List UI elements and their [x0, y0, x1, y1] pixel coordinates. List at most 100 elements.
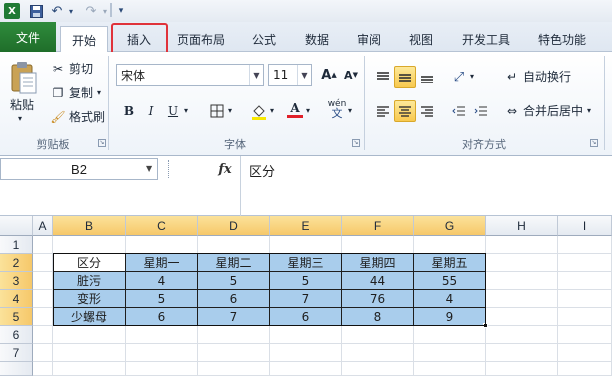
- grid-cell[interactable]: [198, 362, 270, 376]
- grid-cell[interactable]: [53, 326, 126, 344]
- cut-button[interactable]: ✂ 剪切: [50, 60, 93, 77]
- undo-icon[interactable]: ↶: [50, 3, 64, 19]
- row-header-3[interactable]: 3: [0, 272, 33, 290]
- grid-cell[interactable]: [486, 362, 558, 376]
- row-header-6[interactable]: 6: [0, 326, 33, 344]
- grid-cell[interactable]: [270, 236, 342, 254]
- tab-home[interactable]: 开始: [60, 26, 108, 53]
- grid-cell[interactable]: [486, 236, 558, 254]
- italic-button[interactable]: I: [140, 100, 162, 122]
- row-header-2[interactable]: 2: [0, 254, 33, 272]
- grid-cell[interactable]: [558, 326, 612, 344]
- grid-cell[interactable]: [270, 344, 342, 362]
- grid-cell[interactable]: [33, 254, 53, 272]
- shrink-font-button[interactable]: A ▼: [340, 64, 362, 86]
- chevron-down-icon[interactable]: ▾: [18, 114, 22, 123]
- grid-cell[interactable]: [33, 308, 53, 326]
- grid-cell[interactable]: [558, 236, 612, 254]
- chevron-down-icon[interactable]: ▾: [228, 106, 232, 115]
- column-header-e[interactable]: E: [270, 216, 342, 236]
- grow-font-button[interactable]: A ▲: [318, 64, 340, 86]
- orientation-icon[interactable]: ⤢: [448, 66, 470, 88]
- grid-cell[interactable]: [33, 290, 53, 308]
- border-button[interactable]: [206, 100, 228, 122]
- paste-button[interactable]: 粘贴: [10, 96, 34, 113]
- format-painter-button[interactable]: 🖌 格式刷: [50, 108, 105, 125]
- align-center-button[interactable]: [394, 100, 416, 122]
- grid-cell[interactable]: [270, 326, 342, 344]
- grid-cell[interactable]: [342, 362, 414, 376]
- align-top-button[interactable]: [372, 66, 394, 88]
- column-header-g[interactable]: G: [414, 216, 486, 236]
- grid-cell[interactable]: [53, 236, 126, 254]
- grid-cell[interactable]: [33, 326, 53, 344]
- grid-cell[interactable]: [126, 362, 198, 376]
- row-header-8[interactable]: [0, 362, 33, 376]
- column-header-b[interactable]: B: [53, 216, 126, 236]
- align-left-button[interactable]: [372, 100, 394, 122]
- grid-cell[interactable]: [198, 326, 270, 344]
- column-header-c[interactable]: C: [126, 216, 198, 236]
- font-size-combo[interactable]: 11 ▼: [268, 64, 312, 86]
- underline-button[interactable]: U: [162, 100, 184, 122]
- resize-handle[interactable]: [168, 160, 170, 178]
- grid-cell[interactable]: [486, 308, 558, 326]
- grid-cell[interactable]: [342, 344, 414, 362]
- grid-cell[interactable]: [198, 344, 270, 362]
- chevron-down-icon[interactable]: ▾: [270, 106, 274, 115]
- customize-toolbar-icon[interactable]: ▾: [116, 3, 126, 19]
- paste-icon[interactable]: [8, 58, 40, 98]
- chevron-down-icon[interactable]: ▼: [146, 164, 152, 173]
- increase-indent-button[interactable]: [470, 100, 492, 122]
- tab-developer[interactable]: 开发工具: [452, 26, 520, 52]
- redo-icon[interactable]: ↷: [84, 3, 98, 19]
- decrease-indent-button[interactable]: [448, 100, 470, 122]
- align-bottom-button[interactable]: [416, 66, 438, 88]
- grid-cell[interactable]: [33, 362, 53, 376]
- grid-cell[interactable]: [342, 326, 414, 344]
- chevron-down-icon[interactable]: ▾: [66, 3, 76, 19]
- grid-cell[interactable]: [414, 236, 486, 254]
- tab-data[interactable]: 数据: [294, 26, 340, 52]
- grid-cell[interactable]: [414, 362, 486, 376]
- name-box[interactable]: B2: [0, 158, 158, 180]
- grid-cell[interactable]: [53, 362, 126, 376]
- column-header-a[interactable]: A: [33, 216, 53, 236]
- grid-cell[interactable]: [126, 236, 198, 254]
- grid-cell[interactable]: [486, 272, 558, 290]
- column-header-i[interactable]: I: [558, 216, 612, 236]
- grid-cell[interactable]: [558, 254, 612, 272]
- bold-button[interactable]: B: [118, 100, 140, 122]
- select-all-corner[interactable]: [0, 216, 33, 236]
- grid-cell[interactable]: [558, 344, 612, 362]
- fill-color-button[interactable]: [248, 100, 270, 122]
- chevron-down-icon[interactable]: ▾: [470, 72, 474, 81]
- font-color-button[interactable]: A: [284, 98, 306, 120]
- grid-cell[interactable]: [126, 326, 198, 344]
- excel-icon[interactable]: X: [4, 3, 20, 19]
- tab-file[interactable]: 文件: [0, 22, 56, 52]
- grid-cell[interactable]: [486, 290, 558, 308]
- chevron-down-icon[interactable]: ▾: [348, 106, 352, 115]
- align-right-button[interactable]: [416, 100, 438, 122]
- grid-cell[interactable]: [126, 344, 198, 362]
- clipboard-launcher-icon[interactable]: ↘: [98, 139, 106, 147]
- grid-cell[interactable]: [33, 272, 53, 290]
- save-icon[interactable]: [28, 3, 44, 19]
- chevron-down-icon[interactable]: ▾: [184, 106, 188, 115]
- formula-input[interactable]: 区分: [240, 156, 612, 216]
- alignment-launcher-icon[interactable]: ↘: [590, 139, 598, 147]
- insert-function-icon[interactable]: fx: [210, 158, 240, 180]
- grid-cell[interactable]: [414, 326, 486, 344]
- row-header-5[interactable]: 5: [0, 308, 33, 326]
- merge-center-button[interactable]: ⇔ 合并后居中 ▾: [504, 102, 591, 119]
- chevron-down-icon[interactable]: ▾: [100, 3, 110, 19]
- wrap-text-button[interactable]: ↵ 自动换行: [504, 68, 571, 85]
- grid-cell[interactable]: [558, 362, 612, 376]
- grid-cell[interactable]: [486, 326, 558, 344]
- row-header-4[interactable]: 4: [0, 290, 33, 308]
- font-launcher-icon[interactable]: ↘: [352, 139, 360, 147]
- grid-cell[interactable]: [53, 344, 126, 362]
- tab-special-features[interactable]: 特色功能: [528, 26, 596, 52]
- font-name-combo[interactable]: 宋体 ▼: [116, 64, 264, 86]
